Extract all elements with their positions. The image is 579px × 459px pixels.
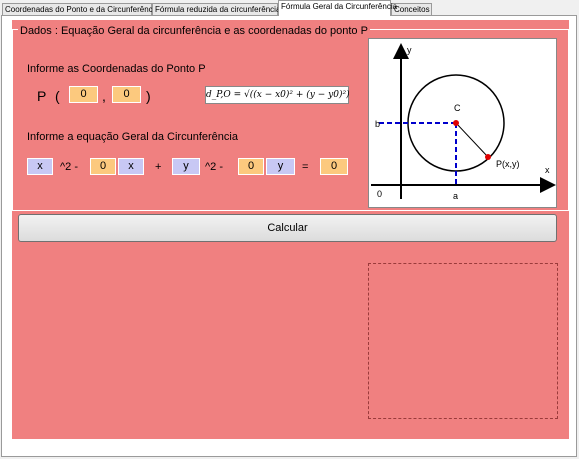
circle-diagram: y x C P(x,y) b a 0 [368,38,557,208]
calcular-button[interactable]: Calcular [18,214,557,242]
power-minus-2: ^2 - [205,161,223,173]
circle-diagram-svg: y x C P(x,y) b a 0 [371,43,556,201]
p-point [485,154,491,160]
group-title: Dados : Equação Geral da circunferência … [18,25,370,37]
tab-coordenadas[interactable]: Coordenadas do Ponto e da Circunferência [2,3,159,15]
y0-input[interactable]: 0 [112,86,141,103]
open-paren: ( [55,88,60,104]
tab-strip: Coordenadas do Ponto e da Circunferência… [0,0,579,16]
equals-sign: = [302,161,309,173]
y-squared-variable: y [172,158,200,175]
point-name: P [37,88,47,104]
close-paren: ) [146,88,151,104]
result-panel [368,263,558,419]
x-axis-label: x [545,165,550,175]
x-squared-variable: x [27,158,53,175]
y-axis-label: y [407,45,412,55]
power-minus-1: ^2 - [60,161,78,173]
a-label: a [453,191,458,201]
b-label: b [375,119,380,129]
y-linear-variable: y [266,158,295,175]
point-heading: Informe as Coordenadas do Ponto P [27,63,206,75]
y-coefficient-input[interactable]: 0 [238,158,264,175]
center-label: C [454,103,461,113]
origin-label: 0 [377,189,382,199]
tab-formula-reduzida[interactable]: Fórmula reduzida da circunferência [152,3,280,15]
radius-line [455,122,489,158]
x-linear-variable: x [118,158,144,175]
plus-sign: + [155,161,162,173]
p-label: P(x,y) [496,159,520,169]
x-coefficient-input[interactable]: 0 [90,158,116,175]
tab-formula-geral[interactable]: Fórmula Geral da Circunferência [278,0,397,16]
equation-heading: Informe a equação Geral da Circunferênci… [27,131,238,143]
x0-input[interactable]: 0 [69,86,98,103]
distance-formula: d_P,O = √((x − x0)² + (y − y0)²) [205,86,350,104]
comma: , [102,88,106,104]
center-point [453,120,459,126]
tab-conceitos[interactable]: Conceitos [391,3,432,15]
rhs-input[interactable]: 0 [320,158,348,175]
